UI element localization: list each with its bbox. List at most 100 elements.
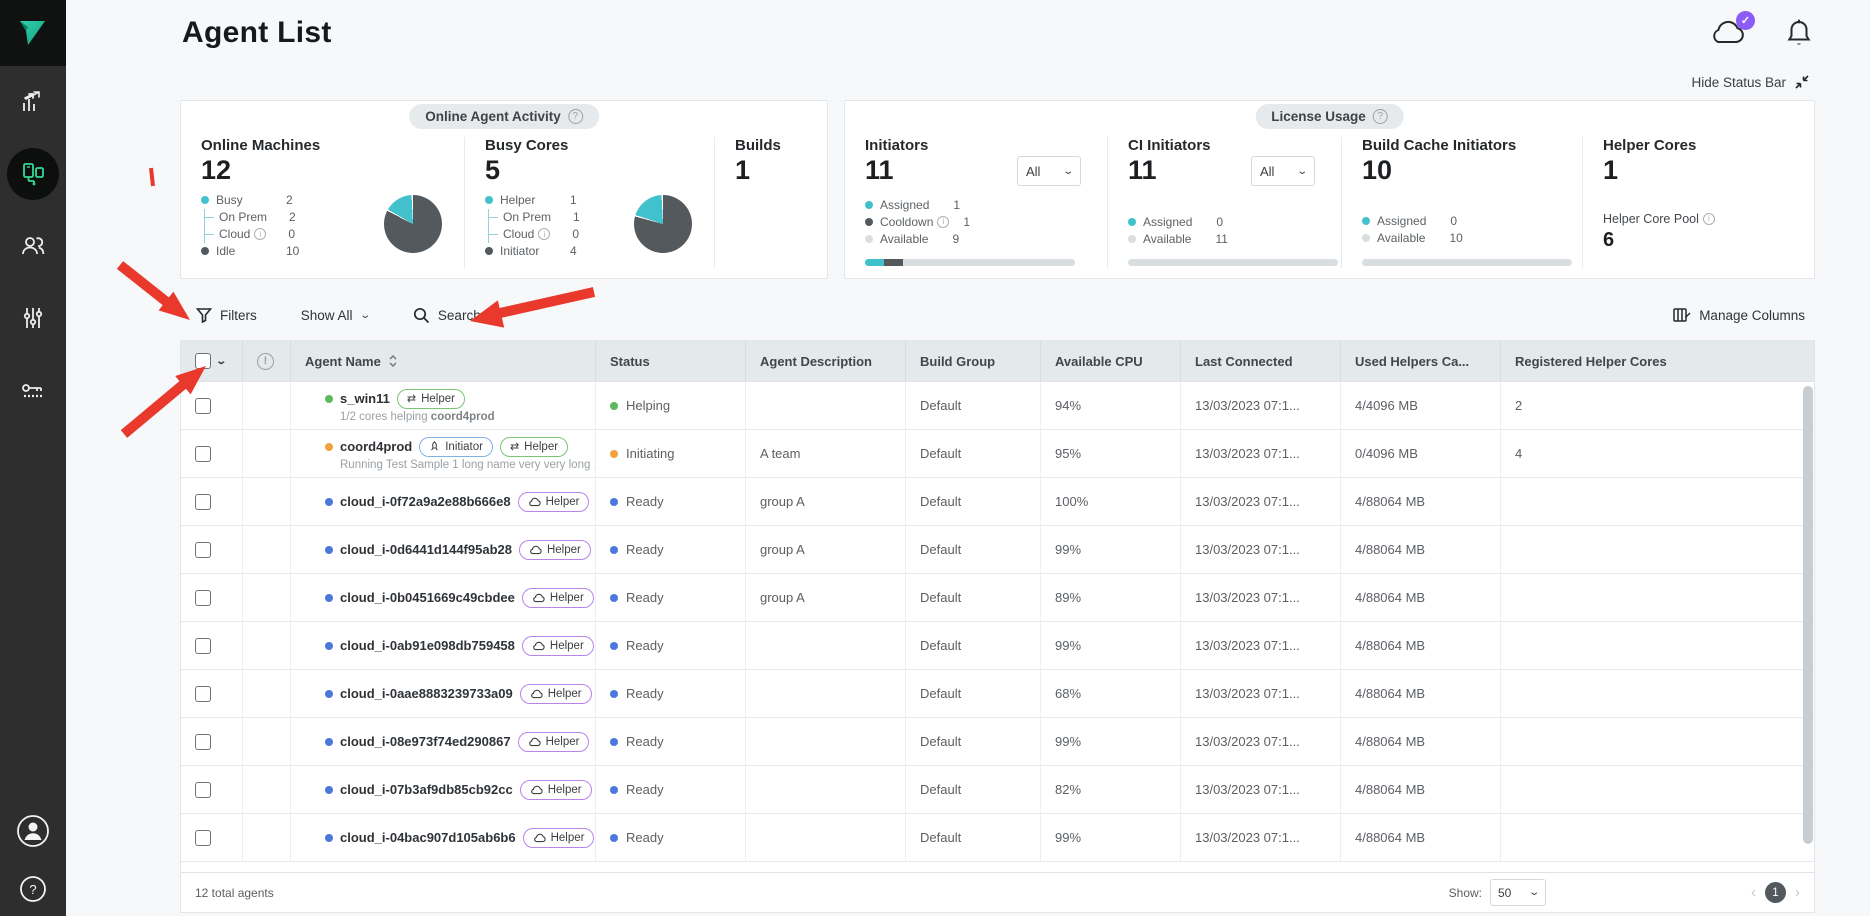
info-icon[interactable] (568, 109, 583, 124)
agent-name[interactable]: coord4prod (340, 439, 412, 454)
table-row[interactable]: cloud_i-04bac907d105ab6b6Helper Ready De… (181, 814, 1814, 862)
agent-name[interactable]: cloud_i-0aae8883239733a09 (340, 686, 513, 701)
agent-name[interactable]: cloud_i-0f72a9a2e88b666e8 (340, 494, 511, 509)
used-helpers-cell: 4/88064 MB (1341, 478, 1501, 525)
row-alert-cell (243, 526, 291, 573)
last-connected-cell: 13/03/2023 07:1... (1181, 382, 1341, 429)
agent-name[interactable]: cloud_i-0b0451669c49cbdee (340, 590, 515, 605)
card-value: 11 (865, 156, 894, 186)
registered-cores-cell (1501, 574, 1804, 621)
alerts-column-header[interactable] (243, 341, 291, 381)
agent-name[interactable]: cloud_i-04bac907d105ab6b6 (340, 830, 516, 845)
row-checkbox[interactable] (195, 590, 211, 606)
row-checkbox[interactable] (195, 782, 211, 798)
last-connected-cell: 13/03/2023 07:1... (1181, 718, 1341, 765)
row-checkbox[interactable] (195, 494, 211, 510)
agent-status-dot (325, 642, 333, 650)
table-body: s_win11⇄Helper1/2 cores helping coord4pr… (181, 381, 1814, 872)
column-header-used-helpers[interactable]: Used Helpers Ca... (1341, 341, 1501, 381)
status-cell: Ready (596, 718, 746, 765)
column-header-agent-name[interactable]: Agent Name (291, 341, 596, 381)
agent-name-cell: cloud_i-0aae8883239733a09Helper (291, 670, 596, 717)
status-cell: Ready (596, 574, 746, 621)
vertical-scrollbar[interactable] (1803, 386, 1813, 844)
agent-name[interactable]: cloud_i-08e973f74ed290867 (340, 734, 511, 749)
table-row[interactable]: cloud_i-08e973f74ed290867Helper Ready De… (181, 718, 1814, 766)
status-dot (610, 690, 618, 698)
row-checkbox[interactable] (195, 542, 211, 558)
agents-table: ⌄ Agent Name Status Agent Description Bu… (180, 340, 1815, 913)
info-icon[interactable] (937, 216, 949, 228)
search-label: Search (438, 308, 481, 323)
row-checkbox[interactable] (195, 446, 211, 462)
column-header-available-cpu[interactable]: Available CPU (1041, 341, 1181, 381)
row-checkbox[interactable] (195, 686, 211, 702)
next-page-button[interactable]: › (1795, 884, 1800, 901)
manage-columns-button[interactable]: Manage Columns (1673, 307, 1805, 323)
hide-status-bar-button[interactable]: Hide Status Bar (1691, 74, 1810, 90)
info-icon[interactable] (254, 228, 266, 240)
agent-name[interactable]: s_win11 (340, 391, 390, 406)
agent-status-dot (325, 498, 333, 506)
agent-name[interactable]: cloud_i-0ab91e098db759458 (340, 638, 515, 653)
page-size-select[interactable]: 50⌄ (1490, 879, 1546, 906)
column-header-last-connected[interactable]: Last Connected (1181, 341, 1341, 381)
agent-subtext: 1/2 cores helping coord4prod (340, 411, 595, 423)
table-row[interactable]: cloud_i-0ab91e098db759458Helper Ready De… (181, 622, 1814, 670)
help-button[interactable]: ? (19, 875, 47, 908)
search-button[interactable]: Search (413, 307, 481, 324)
filters-button[interactable]: Filters (196, 307, 257, 323)
table-row[interactable]: cloud_i-0aae8883239733a09Helper Ready De… (181, 670, 1814, 718)
select-all-checkbox[interactable] (195, 353, 211, 369)
used-helpers-cell: 4/88064 MB (1341, 670, 1501, 717)
user-avatar[interactable] (16, 814, 50, 853)
info-icon[interactable] (1373, 109, 1388, 124)
license-usage-label: License Usage (1255, 104, 1404, 129)
row-checkbox[interactable] (195, 830, 211, 846)
row-alert-cell (243, 574, 291, 621)
column-header-agent-description[interactable]: Agent Description (746, 341, 906, 381)
sidebar-item-users[interactable] (0, 210, 66, 282)
info-icon[interactable] (1703, 213, 1715, 225)
row-checkbox[interactable] (195, 734, 211, 750)
column-header-status[interactable]: Status (596, 341, 746, 381)
sidebar-item-analytics[interactable] (0, 66, 66, 138)
row-checkbox[interactable] (195, 638, 211, 654)
table-row[interactable]: cloud_i-0d6441d144f95ab28Helper Ready gr… (181, 526, 1814, 574)
table-row[interactable]: coord4prodInitiator⇄HelperRunning Test S… (181, 430, 1814, 478)
sidebar-item-license[interactable] (0, 354, 66, 426)
notifications-button[interactable] (1786, 18, 1812, 53)
online-agent-activity-panel: Online Agent Activity Online Machines 12… (180, 100, 828, 279)
table-row[interactable]: s_win11⇄Helper1/2 cores helping coord4pr… (181, 382, 1814, 430)
ci-initiators-filter-select[interactable]: All⌄ (1251, 156, 1315, 186)
online-machines-pie-chart (384, 195, 442, 253)
table-row[interactable]: cloud_i-0f72a9a2e88b666e8Helper Ready gr… (181, 478, 1814, 526)
app-logo[interactable] (0, 0, 66, 66)
column-header-registered-helper-cores[interactable]: Registered Helper Cores (1501, 341, 1804, 381)
cloud-status-button[interactable]: ✓ (1708, 18, 1748, 53)
current-page-badge[interactable]: 1 (1765, 882, 1786, 903)
chevron-down-icon[interactable]: ⌄ (215, 356, 227, 367)
column-header-build-group[interactable]: Build Group (906, 341, 1041, 381)
show-all-dropdown[interactable]: Show All ⌄ (301, 308, 369, 323)
table-row[interactable]: cloud_i-0b0451669c49cbdeeHelper Ready gr… (181, 574, 1814, 622)
legend-dot (865, 218, 873, 226)
select-all-header[interactable]: ⌄ (181, 341, 243, 381)
previous-page-button[interactable]: ‹ (1751, 884, 1756, 901)
sidebar-item-settings[interactable] (0, 282, 66, 354)
sidebar: ? (0, 0, 66, 916)
table-row[interactable]: cloud_i-07b3af9db85cb92ccHelper Ready De… (181, 766, 1814, 814)
used-helpers-cell: 4/88064 MB (1341, 574, 1501, 621)
page-title: Agent List (182, 16, 332, 50)
sync-icon: ⇄ (510, 440, 519, 453)
agent-name[interactable]: cloud_i-07b3af9db85cb92cc (340, 782, 513, 797)
sidebar-item-agents[interactable] (0, 138, 66, 210)
info-icon[interactable] (538, 228, 550, 240)
description-cell (746, 670, 906, 717)
description-cell (746, 814, 906, 861)
initiators-filter-select[interactable]: All⌄ (1017, 156, 1081, 186)
row-checkbox[interactable] (195, 398, 211, 414)
agent-name[interactable]: cloud_i-0d6441d144f95ab28 (340, 542, 512, 557)
row-alert-cell (243, 766, 291, 813)
sort-icon[interactable] (388, 353, 398, 369)
